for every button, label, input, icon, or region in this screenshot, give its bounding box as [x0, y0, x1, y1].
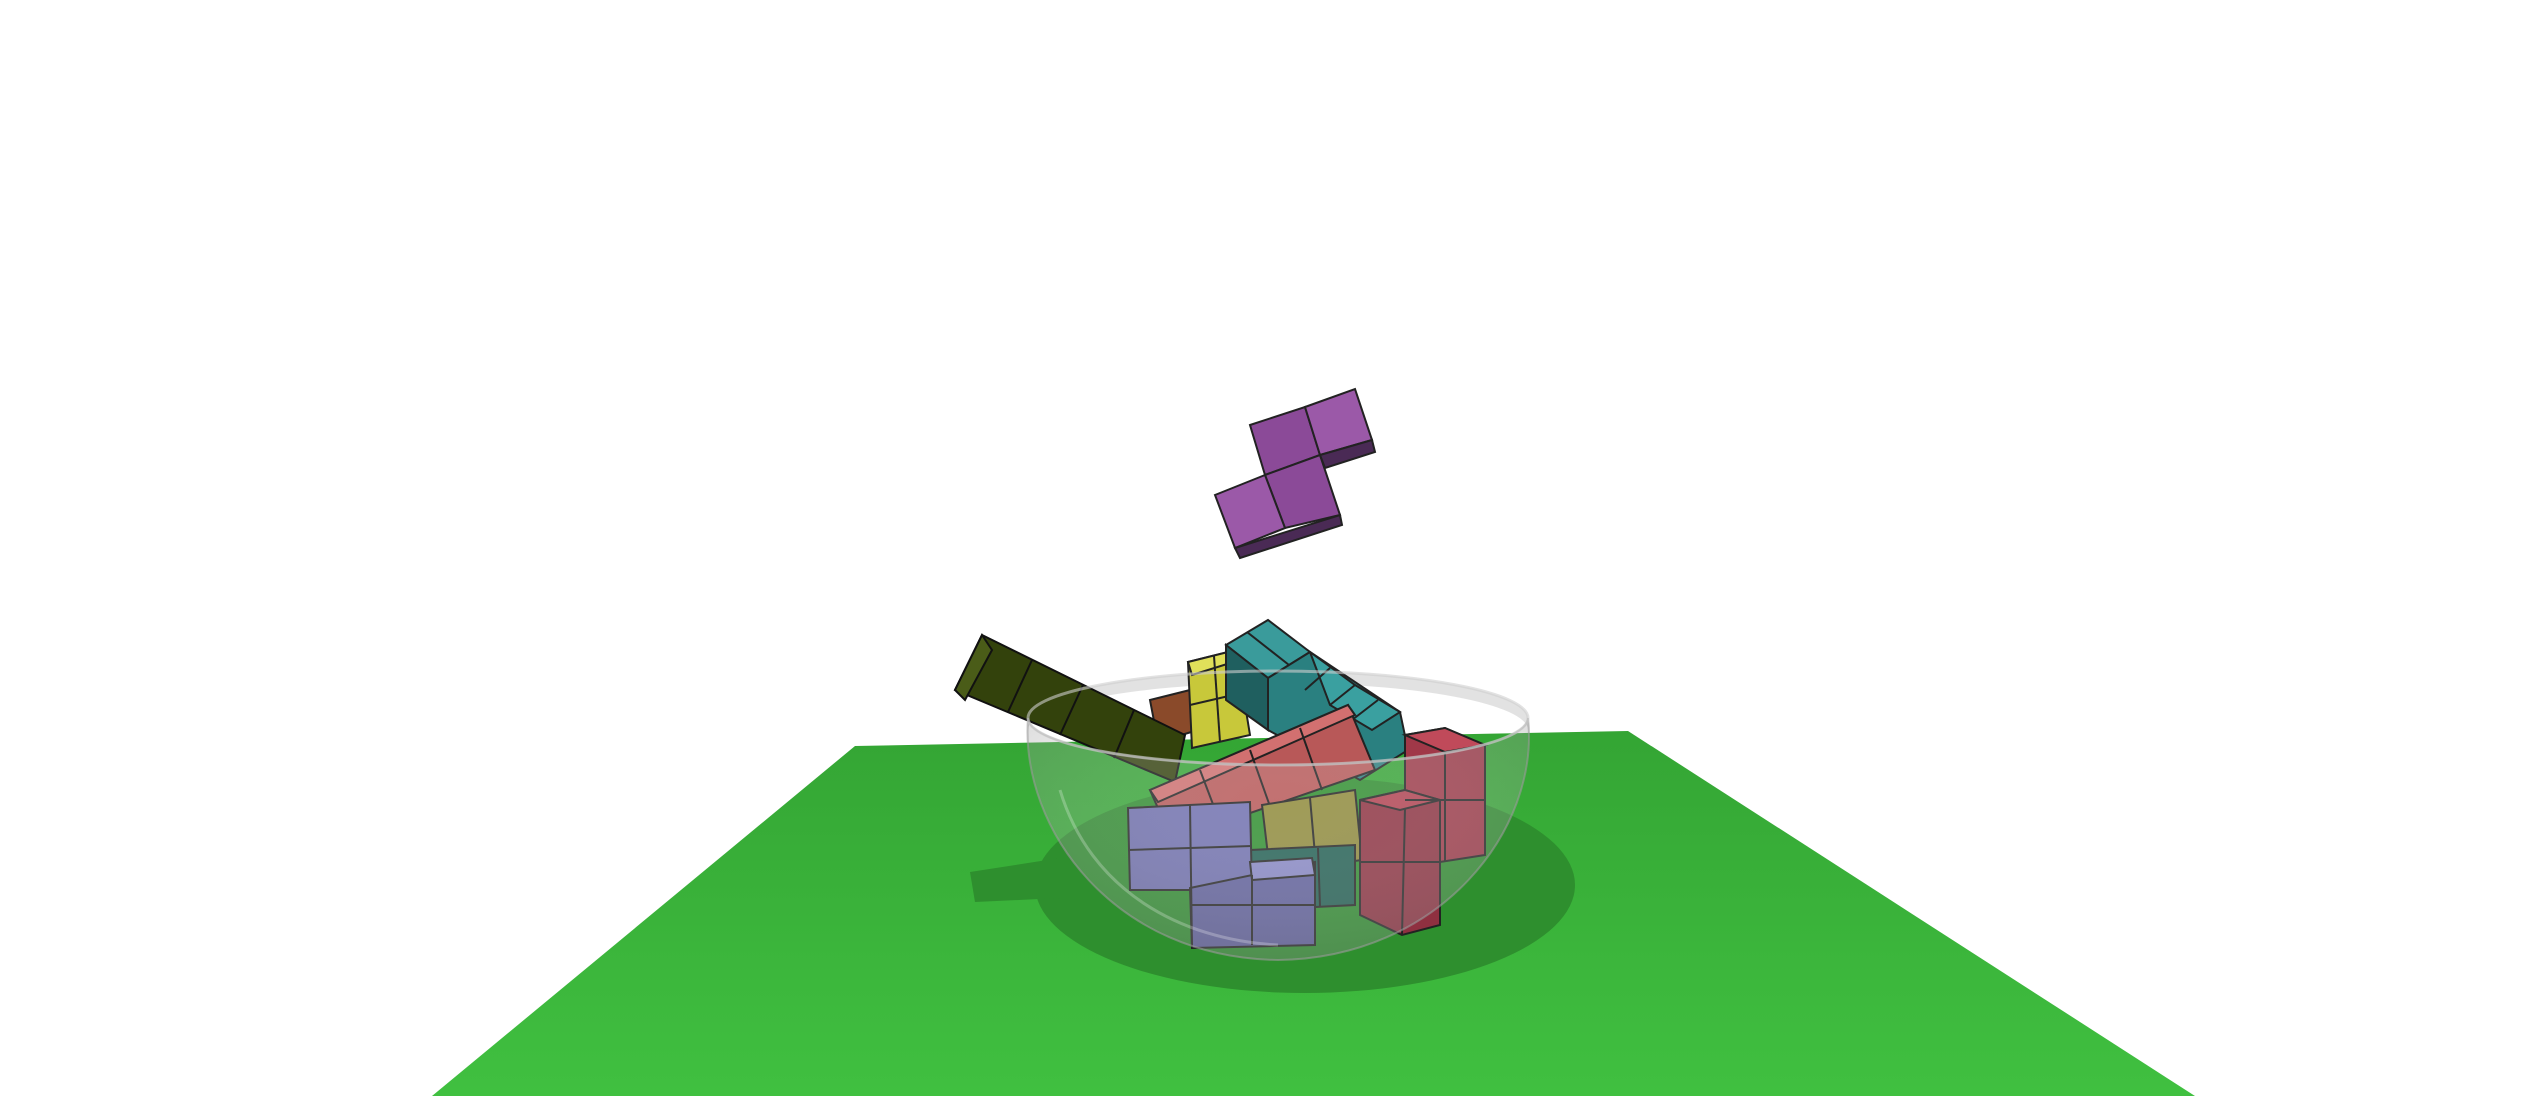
- 3d-scene-canvas: [0, 0, 2541, 1096]
- game-viewport: [0, 0, 2541, 1096]
